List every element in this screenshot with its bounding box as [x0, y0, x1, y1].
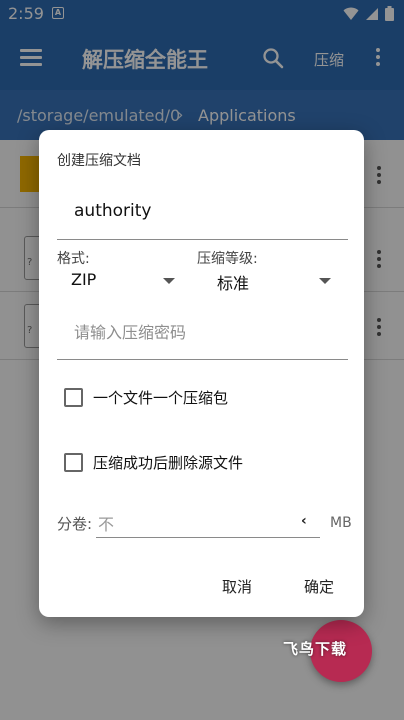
password-input[interactable]: 请输入压缩密码: [57, 308, 348, 360]
password-placeholder: 请输入压缩密码: [74, 323, 187, 342]
split-value: 不: [98, 515, 115, 534]
format-label: 格式:: [57, 251, 90, 267]
delete-source-checkbox[interactable]: [64, 453, 83, 472]
one-archive-per-file-checkbox[interactable]: [64, 388, 83, 407]
format-value: ZIP: [71, 270, 97, 289]
dialog-title: 创建压缩文档: [57, 153, 141, 169]
dropdown-arrow-icon: [319, 278, 331, 284]
split-label: 分卷:: [57, 515, 93, 533]
create-archive-dialog: 创建压缩文档 authority 格式: 压缩等级: ZIP 标准 请输入压缩密…: [39, 130, 364, 617]
level-select[interactable]: 标准: [217, 268, 333, 296]
one-archive-per-file-option[interactable]: 一个文件一个压缩包: [64, 386, 264, 410]
watermark: 飞鸟下载: [283, 640, 348, 658]
level-value: 标准: [217, 274, 250, 293]
delete-source-label: 压缩成功后删除源文件: [93, 454, 244, 472]
level-label: 压缩等级:: [197, 251, 258, 267]
format-select[interactable]: ZIP: [71, 268, 179, 296]
cancel-button[interactable]: 取消: [222, 576, 252, 597]
split-size-input[interactable]: 不: [96, 506, 320, 538]
confirm-button[interactable]: 确定: [304, 576, 334, 597]
filename-input[interactable]: authority: [57, 188, 348, 240]
split-unit: MB: [330, 515, 352, 531]
one-archive-per-file-label: 一个文件一个压缩包: [93, 389, 229, 407]
chevron-left-icon[interactable]: ‹: [301, 513, 307, 529]
delete-source-option[interactable]: 压缩成功后删除源文件: [64, 451, 284, 475]
dropdown-arrow-icon: [163, 278, 175, 284]
filename-value: authority: [74, 201, 152, 221]
